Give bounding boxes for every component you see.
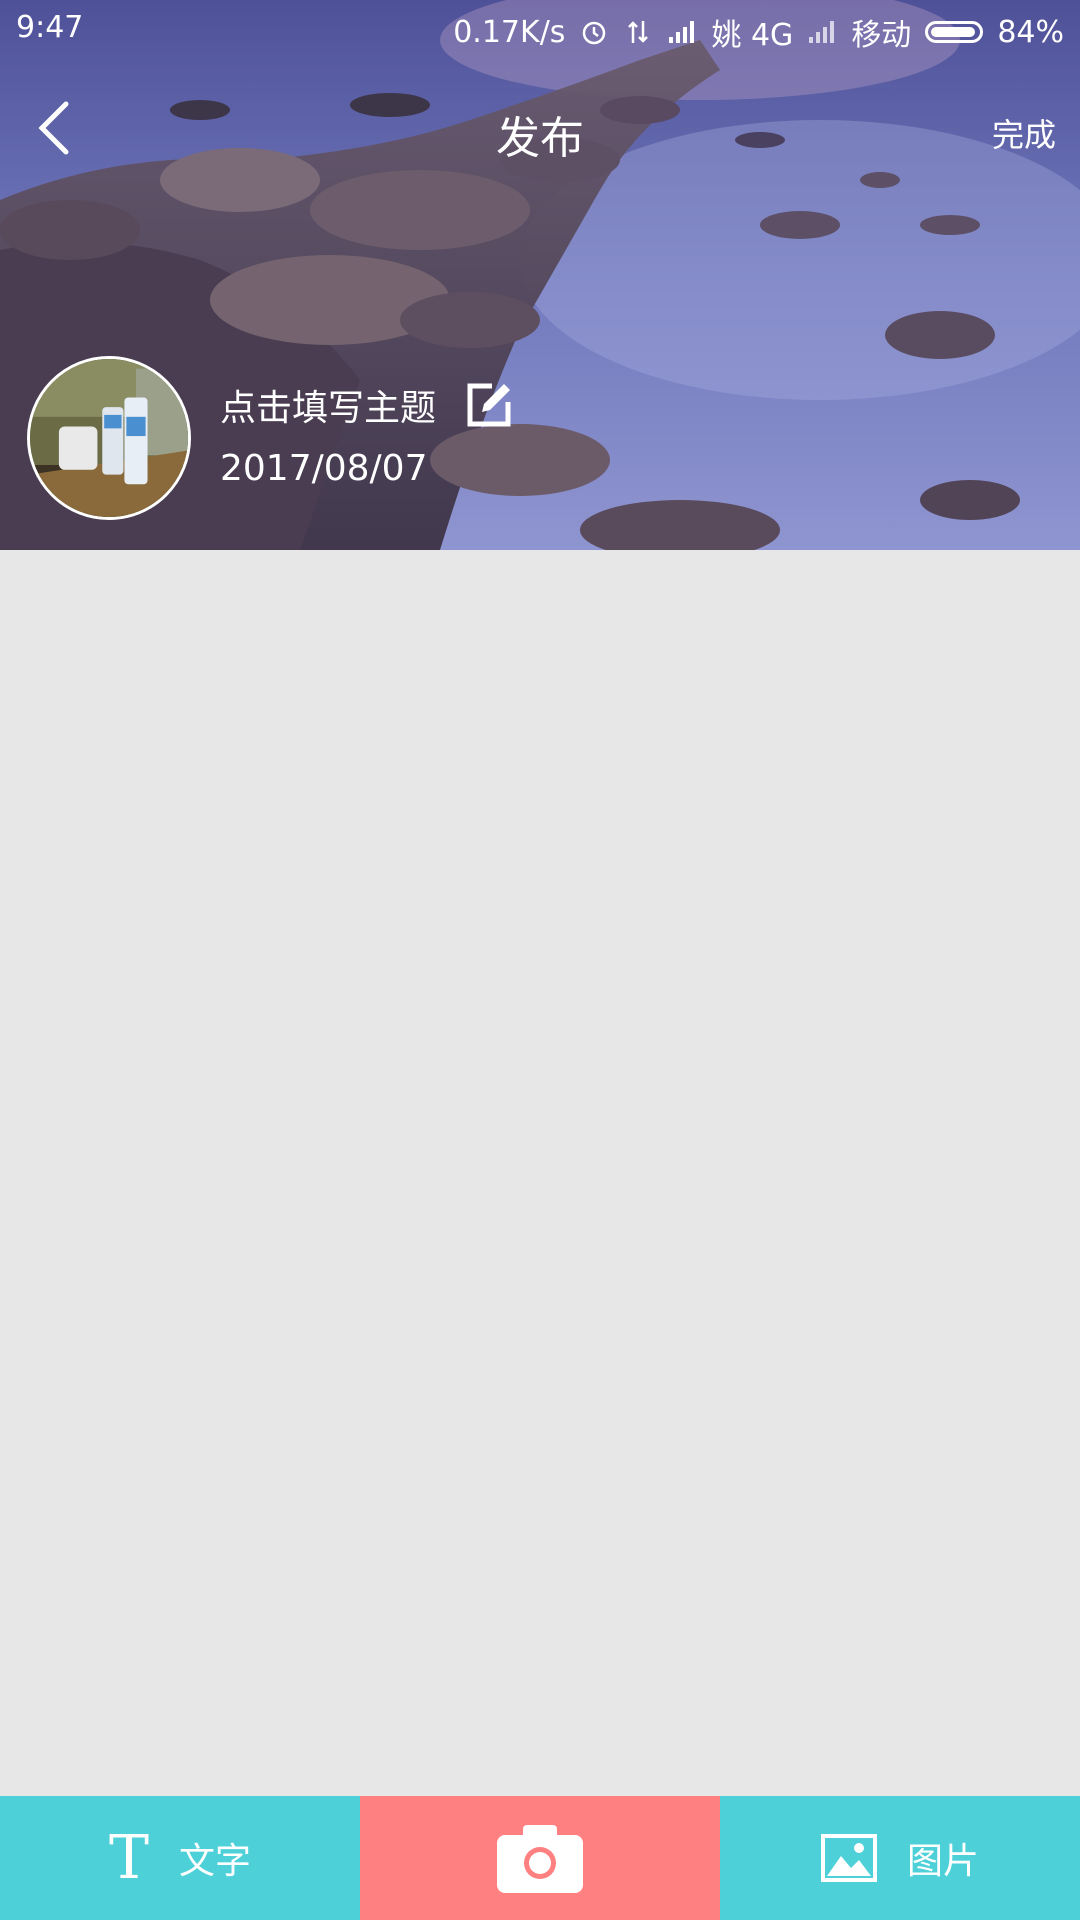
carrier-primary: 姚 4G	[711, 18, 794, 53]
status-indicators: 0.17K/s 姚 4G 移动 84%	[453, 10, 1064, 54]
title-bar: 发布 完成	[0, 80, 1080, 176]
edit-icon	[467, 383, 511, 427]
signal-icon-secondary	[809, 21, 835, 43]
signal-icon	[669, 21, 695, 43]
image-icon	[820, 1834, 877, 1882]
subject-field[interactable]: 点击填写主题	[220, 378, 516, 432]
bottom-toolbar: T 文字 图片	[0, 1796, 1080, 1920]
post-date: 2017/08/07	[220, 448, 428, 489]
battery-percent: 84%	[997, 14, 1064, 50]
status-bar: 9:47 0.17K/s 姚 4G 移动 84%	[0, 0, 1080, 56]
camera-icon	[497, 1825, 583, 1893]
battery-icon	[925, 21, 984, 43]
alarm-icon	[583, 21, 606, 45]
page-title: 发布	[496, 113, 584, 164]
done-button[interactable]: 完成	[992, 110, 1056, 156]
publish-screen: 9:47 0.17K/s 姚 4G 移动 84% 发布 完成 点击填写主题 20…	[0, 0, 1080, 1920]
avatar[interactable]	[27, 356, 191, 520]
status-time: 9:47	[16, 10, 84, 45]
net-speed: 0.17K/s	[453, 14, 566, 50]
content-area[interactable]	[0, 550, 1080, 1796]
add-image-label: 图片	[906, 1841, 979, 1882]
add-image-button[interactable]: 图片	[720, 1796, 1080, 1920]
add-text-button[interactable]: T 文字	[0, 1796, 360, 1920]
carrier-secondary: 移动	[851, 18, 912, 53]
text-icon: T	[108, 1823, 149, 1893]
cover-image[interactable]: 9:47 0.17K/s 姚 4G 移动 84% 发布 完成 点击填写主题 20…	[0, 0, 1080, 550]
subject-placeholder: 点击填写主题	[220, 388, 437, 429]
camera-button[interactable]	[360, 1796, 720, 1920]
data-transfer-icon	[628, 21, 649, 43]
add-text-label: 文字	[179, 1841, 252, 1882]
avatar-photo	[30, 359, 188, 517]
